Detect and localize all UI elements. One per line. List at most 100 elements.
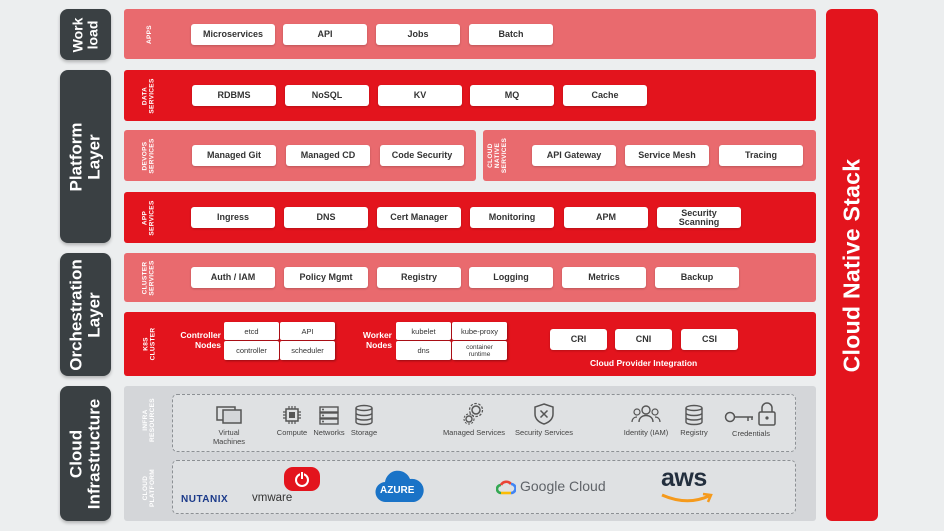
aws-logo-text: aws [661,464,707,492]
aws-logo: aws [659,464,719,508]
box-service-mesh: Service Mesh [625,145,709,166]
cloud-provider-integration-label: Cloud Provider Integration [590,358,698,368]
band-k8s-label: K8S CLUSTER [124,312,174,376]
managed-services-text: Managed Services [442,428,506,437]
gears-icon [463,402,484,425]
box-code-security: Code Security [380,145,464,166]
cell-kubelet: kubelet [396,322,451,340]
cluster-services-label-text: CLUSTER SERVICES [142,259,156,296]
band-data-services-label: DATA SERVICES [124,70,174,121]
band-data-services: DATA SERVICES RDBMS NoSQL KV MQ Cache [124,70,816,121]
worker-nodes-label: Worker Nodes [362,330,392,350]
band-app-services: APP SERVICES Ingress DNS Cert Manager Mo… [124,192,816,243]
azure-logo: AZURE [374,468,426,506]
band-apps-label: APPS [124,9,174,59]
k8s-label-text: K8S CLUSTER [141,327,156,361]
box-jobs: Jobs [376,24,460,45]
band-app-services-label: APP SERVICES [124,192,174,243]
box-backup: Backup [655,267,739,288]
box-monitoring: Monitoring [470,207,554,228]
box-api: API [283,24,367,45]
controller-nodes-label: Controller Nodes [180,330,221,350]
azure-logo-text: AZURE [380,485,415,496]
data-services-label-text: DATA SERVICES [142,77,156,114]
cell-kube-proxy: kube-proxy [452,322,507,340]
security-services-text: Security Services [515,428,573,437]
res-managed-services: Managed Services [434,402,514,437]
infra-resources-label-text: INFRA RESOURCES [142,398,156,442]
band-k8s-cluster: K8S CLUSTER Controller Nodes etcd API co… [124,312,816,376]
cell-controller: controller [224,341,279,360]
band-apps: APPS Microservices API Jobs Batch [124,9,816,59]
box-tracing: Tracing [719,145,803,166]
band-devops-services: DEVOPS SERVICES Managed Git Managed CD C… [124,130,476,181]
band-cluster-services: CLUSTER SERVICES Auth / IAM Policy Mgmt … [124,253,816,302]
box-microservices: Microservices [191,24,275,45]
box-ingress: Ingress [191,207,275,228]
cloud-platform-label-text: CLOUD PLATFORM [142,468,156,507]
box-auth-iam: Auth / IAM [191,267,275,288]
cell-api: API [280,322,335,340]
layer-orchestration-label: Orchestration Layer [66,258,104,371]
box-managed-cd: Managed CD [286,145,370,166]
box-api-gateway: API Gateway [532,145,616,166]
box-cri: CRI [550,329,607,350]
google-cloud-icon [496,480,516,495]
box-metrics: Metrics [562,267,646,288]
box-managed-git: Managed Git [192,145,276,166]
layer-platform-label: Platform Layer [66,122,104,191]
box-policy-mgmt: Policy Mgmt [284,267,368,288]
box-nosql: NoSQL [285,85,369,106]
database-icon [685,404,703,426]
box-dns: DNS [284,207,368,228]
box-logging: Logging [469,267,553,288]
res-security-services: Security Services [504,402,584,437]
aws-smile-icon [661,492,713,503]
layer-workload-label: Work load [69,17,101,52]
box-csi: CSI [681,329,738,350]
google-cloud-logo-text: Google Cloud [520,478,606,494]
cell-dns: dns [396,341,451,360]
storage-text: Storage [350,428,378,437]
band-infrastructure: INFRA RESOURCES CLOUD PLATFORM Virtual M… [124,386,816,521]
layer-platform: Platform Layer [60,70,111,243]
key-lock-icon [724,402,776,426]
box-cni: CNI [615,329,672,350]
box-mq: MQ [470,85,554,106]
box-cert-manager: Cert Manager [377,207,461,228]
res-storage: Storage [324,404,404,437]
cloud-native-stack-bar: Cloud Native Stack [826,9,878,521]
box-kv: KV [378,85,462,106]
band-cloud-native-label: CLOUD NATIVE SERVICES [483,130,513,181]
cell-container-runtime: container runtime [452,341,507,360]
box-registry: Registry [377,267,461,288]
nutanix-logo-text: NUTANIX [181,494,229,505]
vmware-logo-text: vmware [252,492,293,504]
box-apm: APM [564,207,648,228]
res-credentials: Credentials [711,401,791,438]
virtual-machines-icon [216,406,242,424]
layer-infrastructure-label: Cloud Infrastructure [66,398,104,509]
layer-workload: Work load [60,9,111,60]
box-security-scanning: Security Scanning [657,207,741,228]
band-cloud-platform-label: CLOUD PLATFORM [124,454,174,521]
band-cloud-native-services: CLOUD NATIVE SERVICES API Gateway Servic… [483,130,816,181]
devops-label-text: DEVOPS SERVICES [142,137,156,174]
cloud-native-stack-title: Cloud Native Stack [838,158,865,372]
band-infra-resources-label: INFRA RESOURCES [124,386,174,454]
layer-orchestration: Orchestration Layer [60,253,111,376]
band-devops-label: DEVOPS SERVICES [124,130,174,181]
power-cloud-icon [284,467,320,491]
apps-label-text: APPS [145,24,153,44]
layer-infrastructure: Cloud Infrastructure [60,386,111,521]
cloud-native-label-text: CLOUD NATIVE SERVICES [487,137,509,174]
credentials-text: Credentials [732,429,770,438]
band-cluster-services-label: CLUSTER SERVICES [124,253,174,302]
box-rdbms: RDBMS [192,85,276,106]
box-cache: Cache [563,85,647,106]
app-services-label-text: APP SERVICES [142,199,156,236]
database-storage-icon [355,404,373,426]
box-batch: Batch [469,24,553,45]
cell-etcd: etcd [224,322,279,340]
cell-scheduler: scheduler [280,341,335,360]
